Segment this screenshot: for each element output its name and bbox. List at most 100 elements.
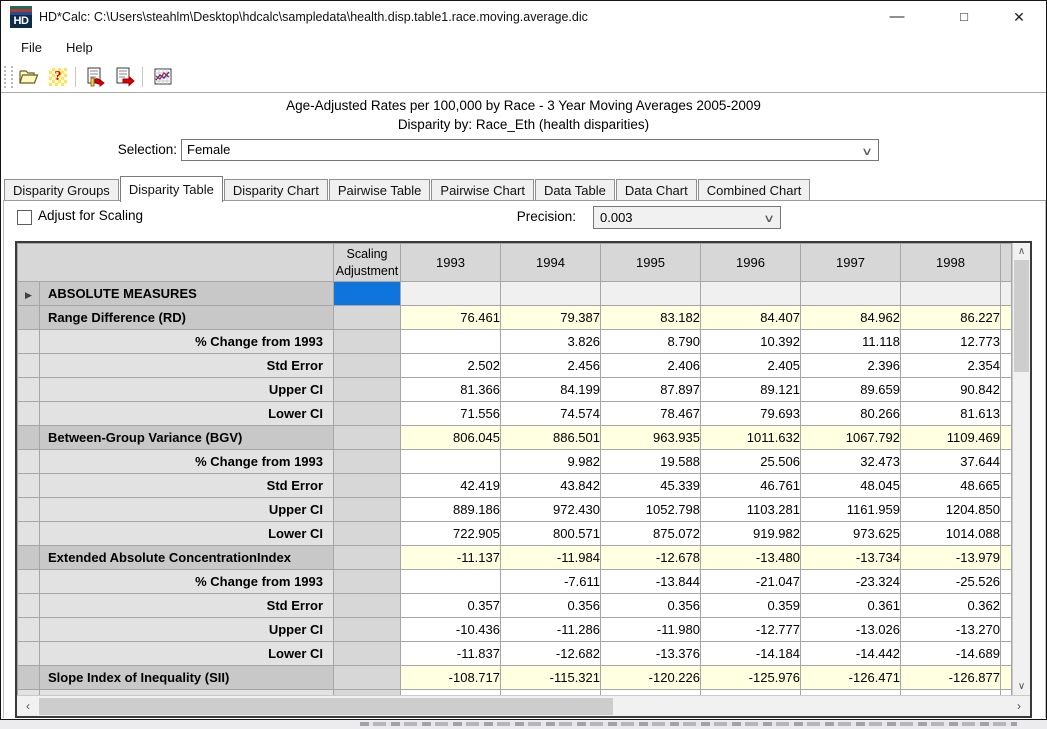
value-cell[interactable]: 43.842: [501, 474, 601, 498]
header-year-1996[interactable]: 1996: [701, 244, 801, 282]
gutter-cell[interactable]: [18, 474, 40, 498]
value-cell-partial[interactable]: [1001, 450, 1012, 474]
value-cell[interactable]: 0.356: [601, 594, 701, 618]
value-cell[interactable]: [401, 330, 501, 354]
value-cell-partial[interactable]: [1001, 354, 1012, 378]
scaling-cell[interactable]: [334, 450, 401, 474]
header-year-1995[interactable]: 1995: [601, 244, 701, 282]
value-cell[interactable]: 83.182: [601, 306, 701, 330]
value-cell[interactable]: -126.471: [801, 666, 901, 690]
value-cell-partial[interactable]: [1001, 618, 1012, 642]
value-cell[interactable]: 2.406: [601, 354, 701, 378]
value-cell[interactable]: 79.387: [501, 306, 601, 330]
row-label-cell[interactable]: Lower CI: [40, 522, 334, 546]
value-cell[interactable]: -7.611: [501, 570, 601, 594]
scaling-cell[interactable]: [334, 426, 401, 450]
value-cell-partial[interactable]: [1001, 546, 1012, 570]
value-cell[interactable]: 48.665: [901, 474, 1001, 498]
horizontal-scroll-thumb[interactable]: [39, 698, 613, 715]
value-cell-partial[interactable]: [1001, 282, 1012, 306]
value-cell[interactable]: 875.072: [601, 522, 701, 546]
value-cell[interactable]: 2.405: [701, 354, 801, 378]
value-cell[interactable]: 25.506: [701, 450, 801, 474]
value-cell[interactable]: 86.227: [901, 306, 1001, 330]
scaling-cell[interactable]: [334, 498, 401, 522]
value-cell[interactable]: 886.501: [501, 426, 601, 450]
value-cell[interactable]: -115.321: [501, 666, 601, 690]
header-year-1998[interactable]: 1998: [901, 244, 1001, 282]
value-cell-partial[interactable]: [1001, 402, 1012, 426]
value-cell[interactable]: 37.644: [901, 450, 1001, 474]
row-label-cell[interactable]: Upper CI: [40, 378, 334, 402]
value-cell[interactable]: 89.121: [701, 378, 801, 402]
value-cell[interactable]: -11.837: [401, 642, 501, 666]
value-cell[interactable]: 0.361: [801, 594, 901, 618]
tab-pairwise-chart[interactable]: Pairwise Chart: [431, 179, 534, 201]
value-cell[interactable]: 0.356: [501, 594, 601, 618]
row-label-cell[interactable]: Lower CI: [40, 402, 334, 426]
export-report-button[interactable]: [83, 65, 109, 89]
value-cell[interactable]: 74.574: [501, 402, 601, 426]
value-cell[interactable]: -21.047: [701, 570, 801, 594]
value-cell[interactable]: 81.366: [401, 378, 501, 402]
value-cell[interactable]: 19.588: [601, 450, 701, 474]
row-label-cell[interactable]: % Change from 1993: [40, 450, 334, 474]
value-cell[interactable]: 2.502: [401, 354, 501, 378]
row-label-cell[interactable]: % Change from 1993: [40, 570, 334, 594]
value-cell[interactable]: 1014.088: [901, 522, 1001, 546]
value-cell[interactable]: [601, 282, 701, 306]
value-cell[interactable]: 963.935: [601, 426, 701, 450]
value-cell-partial[interactable]: [1001, 570, 1012, 594]
gutter-cell[interactable]: [18, 306, 40, 330]
value-cell[interactable]: 87.897: [601, 378, 701, 402]
value-cell[interactable]: 1011.632: [701, 426, 801, 450]
scroll-right-button[interactable]: ›: [1008, 696, 1030, 716]
value-cell[interactable]: -13.844: [601, 570, 701, 594]
value-cell[interactable]: 76.461: [401, 306, 501, 330]
value-cell[interactable]: 8.790: [601, 330, 701, 354]
value-cell[interactable]: -11.984: [501, 546, 601, 570]
tab-pairwise-table[interactable]: Pairwise Table: [329, 179, 431, 201]
value-cell[interactable]: [701, 282, 801, 306]
scaling-cell[interactable]: [334, 330, 401, 354]
expand-arrow-icon[interactable]: ▶: [25, 290, 32, 300]
tab-data-chart[interactable]: Data Chart: [616, 179, 697, 201]
scroll-up-button[interactable]: ∧: [1013, 243, 1030, 260]
gutter-cell[interactable]: [18, 378, 40, 402]
value-cell[interactable]: 80.266: [801, 402, 901, 426]
tab-disparity-table[interactable]: Disparity Table: [120, 176, 223, 202]
value-cell[interactable]: [901, 282, 1001, 306]
value-cell[interactable]: -14.442: [801, 642, 901, 666]
scroll-left-button[interactable]: ‹: [17, 696, 39, 716]
value-cell[interactable]: -12.678: [601, 546, 701, 570]
value-cell[interactable]: -13.270: [901, 618, 1001, 642]
maximize-button[interactable]: □: [942, 1, 986, 33]
value-cell[interactable]: -120.226: [601, 666, 701, 690]
value-cell[interactable]: 84.962: [801, 306, 901, 330]
row-label-cell[interactable]: Slope Index of Inequality (SII): [40, 666, 334, 690]
value-cell[interactable]: 2.456: [501, 354, 601, 378]
value-cell-partial[interactable]: [1001, 330, 1012, 354]
value-cell[interactable]: 3.826: [501, 330, 601, 354]
value-cell[interactable]: 0.357: [401, 594, 501, 618]
scaling-cell[interactable]: [334, 666, 401, 690]
header-year-1997[interactable]: 1997: [801, 244, 901, 282]
scaling-cell[interactable]: [334, 354, 401, 378]
gutter-cell[interactable]: [18, 354, 40, 378]
row-label-cell[interactable]: Lower CI: [40, 642, 334, 666]
value-cell[interactable]: 90.842: [901, 378, 1001, 402]
scaling-cell[interactable]: [334, 642, 401, 666]
value-cell[interactable]: [801, 282, 901, 306]
value-cell[interactable]: -11.286: [501, 618, 601, 642]
value-cell[interactable]: 42.419: [401, 474, 501, 498]
row-label-cell[interactable]: Std Error: [40, 474, 334, 498]
tab-combined-chart[interactable]: Combined Chart: [698, 179, 811, 201]
value-cell[interactable]: [501, 282, 601, 306]
value-cell-partial[interactable]: [1001, 306, 1012, 330]
scroll-down-button[interactable]: ∨: [1013, 678, 1030, 695]
value-cell[interactable]: 0.362: [901, 594, 1001, 618]
gutter-cell[interactable]: [18, 594, 40, 618]
scaling-cell[interactable]: [334, 522, 401, 546]
gutter-cell[interactable]: [18, 402, 40, 426]
value-cell[interactable]: 12.773: [901, 330, 1001, 354]
